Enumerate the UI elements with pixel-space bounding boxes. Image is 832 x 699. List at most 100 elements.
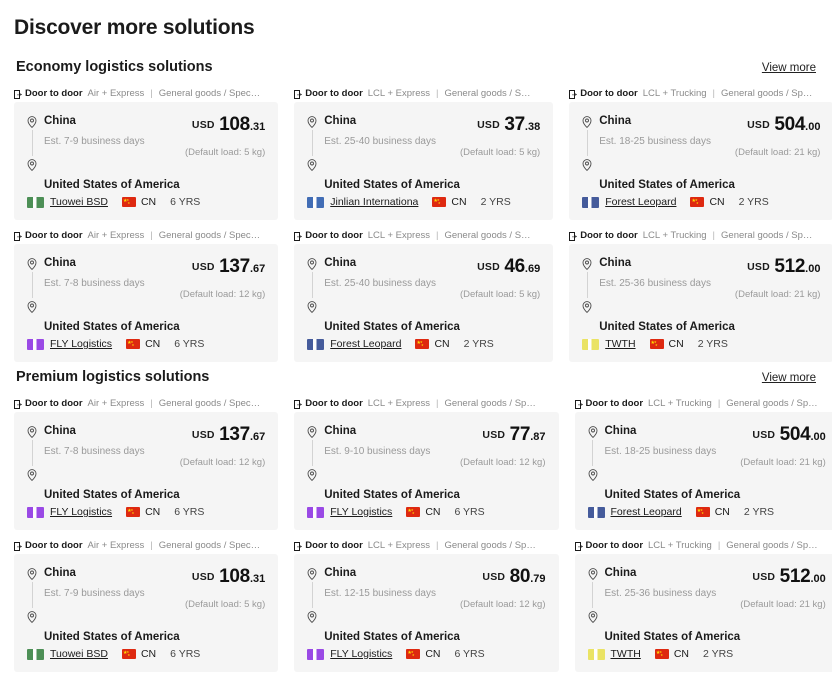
price-currency: USD bbox=[191, 429, 215, 441]
solution-card[interactable]: Door to door LCL + Express | General goo… bbox=[294, 538, 559, 672]
estimated-delivery: Est. 25-36 business days bbox=[599, 278, 711, 289]
route-connector bbox=[586, 272, 588, 298]
supplier-country-code: CN bbox=[451, 196, 467, 208]
card-body: China Est. 7-9 business days United Stat… bbox=[14, 102, 279, 220]
card-body: China Est. 25-40 business days United St… bbox=[294, 244, 554, 362]
card-body: China Est. 12-15 business days United St… bbox=[294, 554, 559, 672]
supplier-row: Jinlian Internationa ★ ★ ★ CN 2 YRS bbox=[307, 195, 511, 209]
supplier-name-link[interactable]: TWTH bbox=[611, 647, 641, 661]
supplier-name-link[interactable]: Jinlian Internationa bbox=[330, 195, 418, 209]
supplier-name-link[interactable]: FLY Logistics bbox=[330, 647, 392, 661]
default-load: (Default load: 5 kg) bbox=[184, 599, 266, 610]
supplier-name-link[interactable]: Forest Leopard bbox=[605, 195, 676, 209]
solution-card[interactable]: Door to door Air + Express | General goo… bbox=[14, 396, 279, 530]
solution-card[interactable]: Door to door Air + Express | General goo… bbox=[14, 538, 279, 672]
route-connector bbox=[31, 582, 33, 608]
supplier-name-link[interactable]: FLY Logistics bbox=[50, 505, 112, 519]
supplier-name-link[interactable]: FLY Logistics bbox=[50, 337, 112, 351]
card-body: China Est. 25-36 business days United St… bbox=[574, 554, 832, 672]
origin-country: China bbox=[604, 567, 637, 579]
door-to-door-icon bbox=[574, 541, 583, 551]
solution-card[interactable]: Door to door LCL + Trucking | General go… bbox=[569, 228, 832, 362]
solution-card[interactable]: Door to door LCL + Trucking | General go… bbox=[574, 538, 832, 672]
supplier-country-code: CN bbox=[425, 506, 441, 518]
estimated-delivery: Est. 25-40 business days bbox=[324, 278, 436, 289]
price: USD 512.00 bbox=[735, 257, 820, 279]
door-to-door-icon bbox=[14, 399, 22, 409]
route-row: China Est. 7-8 business days United Stat… bbox=[27, 424, 265, 503]
route-connector bbox=[311, 440, 313, 466]
door-to-door-text: Door to door bbox=[25, 88, 83, 99]
solutions-grid: Door to door Air + Express | General goo… bbox=[14, 86, 832, 362]
price-integer: 80 bbox=[509, 566, 531, 587]
door-to-door-icon bbox=[294, 89, 303, 99]
transport-mode: LCL + Express bbox=[367, 540, 430, 551]
supplier-row: Tuowei BSD ★ ★ ★ CN 6 YRS bbox=[27, 195, 200, 209]
supplier-name-link[interactable]: Tuowei BSD bbox=[50, 195, 108, 209]
destination-pin-icon bbox=[27, 300, 37, 314]
solution-card[interactable]: Door to door LCL + Trucking | General go… bbox=[574, 396, 832, 530]
origin-country: China bbox=[324, 425, 357, 437]
supplier-years: 2 YRS bbox=[697, 338, 728, 350]
solution-card[interactable]: Door to door LCL + Express | General goo… bbox=[294, 86, 554, 220]
solution-card[interactable]: Door to door LCL + Trucking | General go… bbox=[569, 86, 832, 220]
solution-card[interactable]: Door to door LCL + Express | General goo… bbox=[294, 228, 554, 362]
price-currency: USD bbox=[482, 571, 506, 583]
supplier-years: 2 YRS bbox=[480, 196, 511, 208]
transport-mode: Air + Express bbox=[87, 88, 145, 99]
price-decimal: .79 bbox=[530, 573, 546, 585]
door-to-door-text: Door to door bbox=[585, 398, 644, 409]
tab-separator: | bbox=[712, 230, 716, 241]
default-load: (Default load: 5 kg) bbox=[184, 147, 266, 158]
destination-country: United States of America bbox=[44, 489, 180, 501]
route-connector bbox=[31, 272, 33, 298]
door-to-door-icon bbox=[569, 231, 578, 241]
supplier-logo-icon bbox=[307, 196, 325, 208]
supplier-name-link[interactable]: Tuowei BSD bbox=[50, 647, 108, 661]
solution-card[interactable]: Door to door Air + Express | General goo… bbox=[14, 86, 279, 220]
price-currency: USD bbox=[191, 571, 215, 583]
origin-country: China bbox=[44, 257, 76, 269]
solution-card[interactable]: Door to door Air + Express | General goo… bbox=[14, 228, 279, 362]
solution-card[interactable]: Door to door LCL + Express | General goo… bbox=[294, 396, 559, 530]
default-load: (Default load: 12 kg) bbox=[179, 289, 266, 300]
route-details: China Est. 7-8 business days United Stat… bbox=[27, 424, 180, 503]
estimated-delivery: Est. 25-36 business days bbox=[604, 588, 717, 599]
tab-separator: | bbox=[150, 88, 153, 99]
price-block: USD 504.00 (Default load: 21 kg) bbox=[740, 424, 826, 469]
origin-country: China bbox=[44, 425, 76, 437]
route-connector bbox=[31, 130, 33, 156]
origin-pin-icon bbox=[307, 425, 317, 439]
supplier-name-link[interactable]: Forest Leopard bbox=[611, 505, 682, 519]
price-block: USD 512.00 (Default load: 21 kg) bbox=[740, 566, 826, 611]
transport-mode: LCL + Express bbox=[367, 398, 430, 409]
transport-mode: LCL + Express bbox=[367, 88, 430, 99]
estimated-delivery: Est. 7-9 business days bbox=[44, 136, 145, 147]
supplier-row: Forest Leopard ★ ★ ★ CN 2 YRS bbox=[582, 195, 769, 209]
supplier-logo-icon bbox=[307, 338, 325, 350]
price-block: USD 46.69 (Default load: 5 kg) bbox=[460, 256, 540, 301]
door-to-door-label: Door to door bbox=[294, 230, 363, 242]
supplier-name-link[interactable]: Forest Leopard bbox=[330, 337, 401, 351]
origin-pin-icon bbox=[307, 257, 317, 271]
door-to-door-icon bbox=[294, 541, 303, 551]
destination-pin-icon bbox=[27, 610, 37, 624]
supplier-years: 2 YRS bbox=[703, 648, 734, 660]
origin-pin-icon bbox=[588, 567, 598, 581]
price-block: USD 512.00 (Default load: 21 kg) bbox=[735, 256, 821, 301]
supplier-logo-icon bbox=[307, 648, 325, 660]
route-row: China Est. 7-9 business days United Stat… bbox=[27, 114, 265, 193]
supplier-country-code: CN bbox=[140, 196, 157, 208]
origin-country: China bbox=[44, 567, 76, 579]
view-more-link[interactable]: View more bbox=[762, 371, 816, 386]
supplier-name-link[interactable]: TWTH bbox=[605, 337, 635, 351]
supplier-name-link[interactable]: FLY Logistics bbox=[330, 505, 392, 519]
supplier-logo-icon bbox=[587, 506, 605, 518]
estimated-delivery: Est. 9-10 business days bbox=[324, 446, 431, 457]
view-more-link[interactable]: View more bbox=[762, 61, 816, 76]
route-connector bbox=[311, 582, 313, 608]
price: USD 137.67 bbox=[180, 425, 265, 447]
cn-flag-icon: ★ ★ ★ bbox=[415, 339, 430, 349]
cn-flag-icon: ★ ★ ★ bbox=[695, 507, 710, 517]
route-connector bbox=[592, 582, 593, 608]
